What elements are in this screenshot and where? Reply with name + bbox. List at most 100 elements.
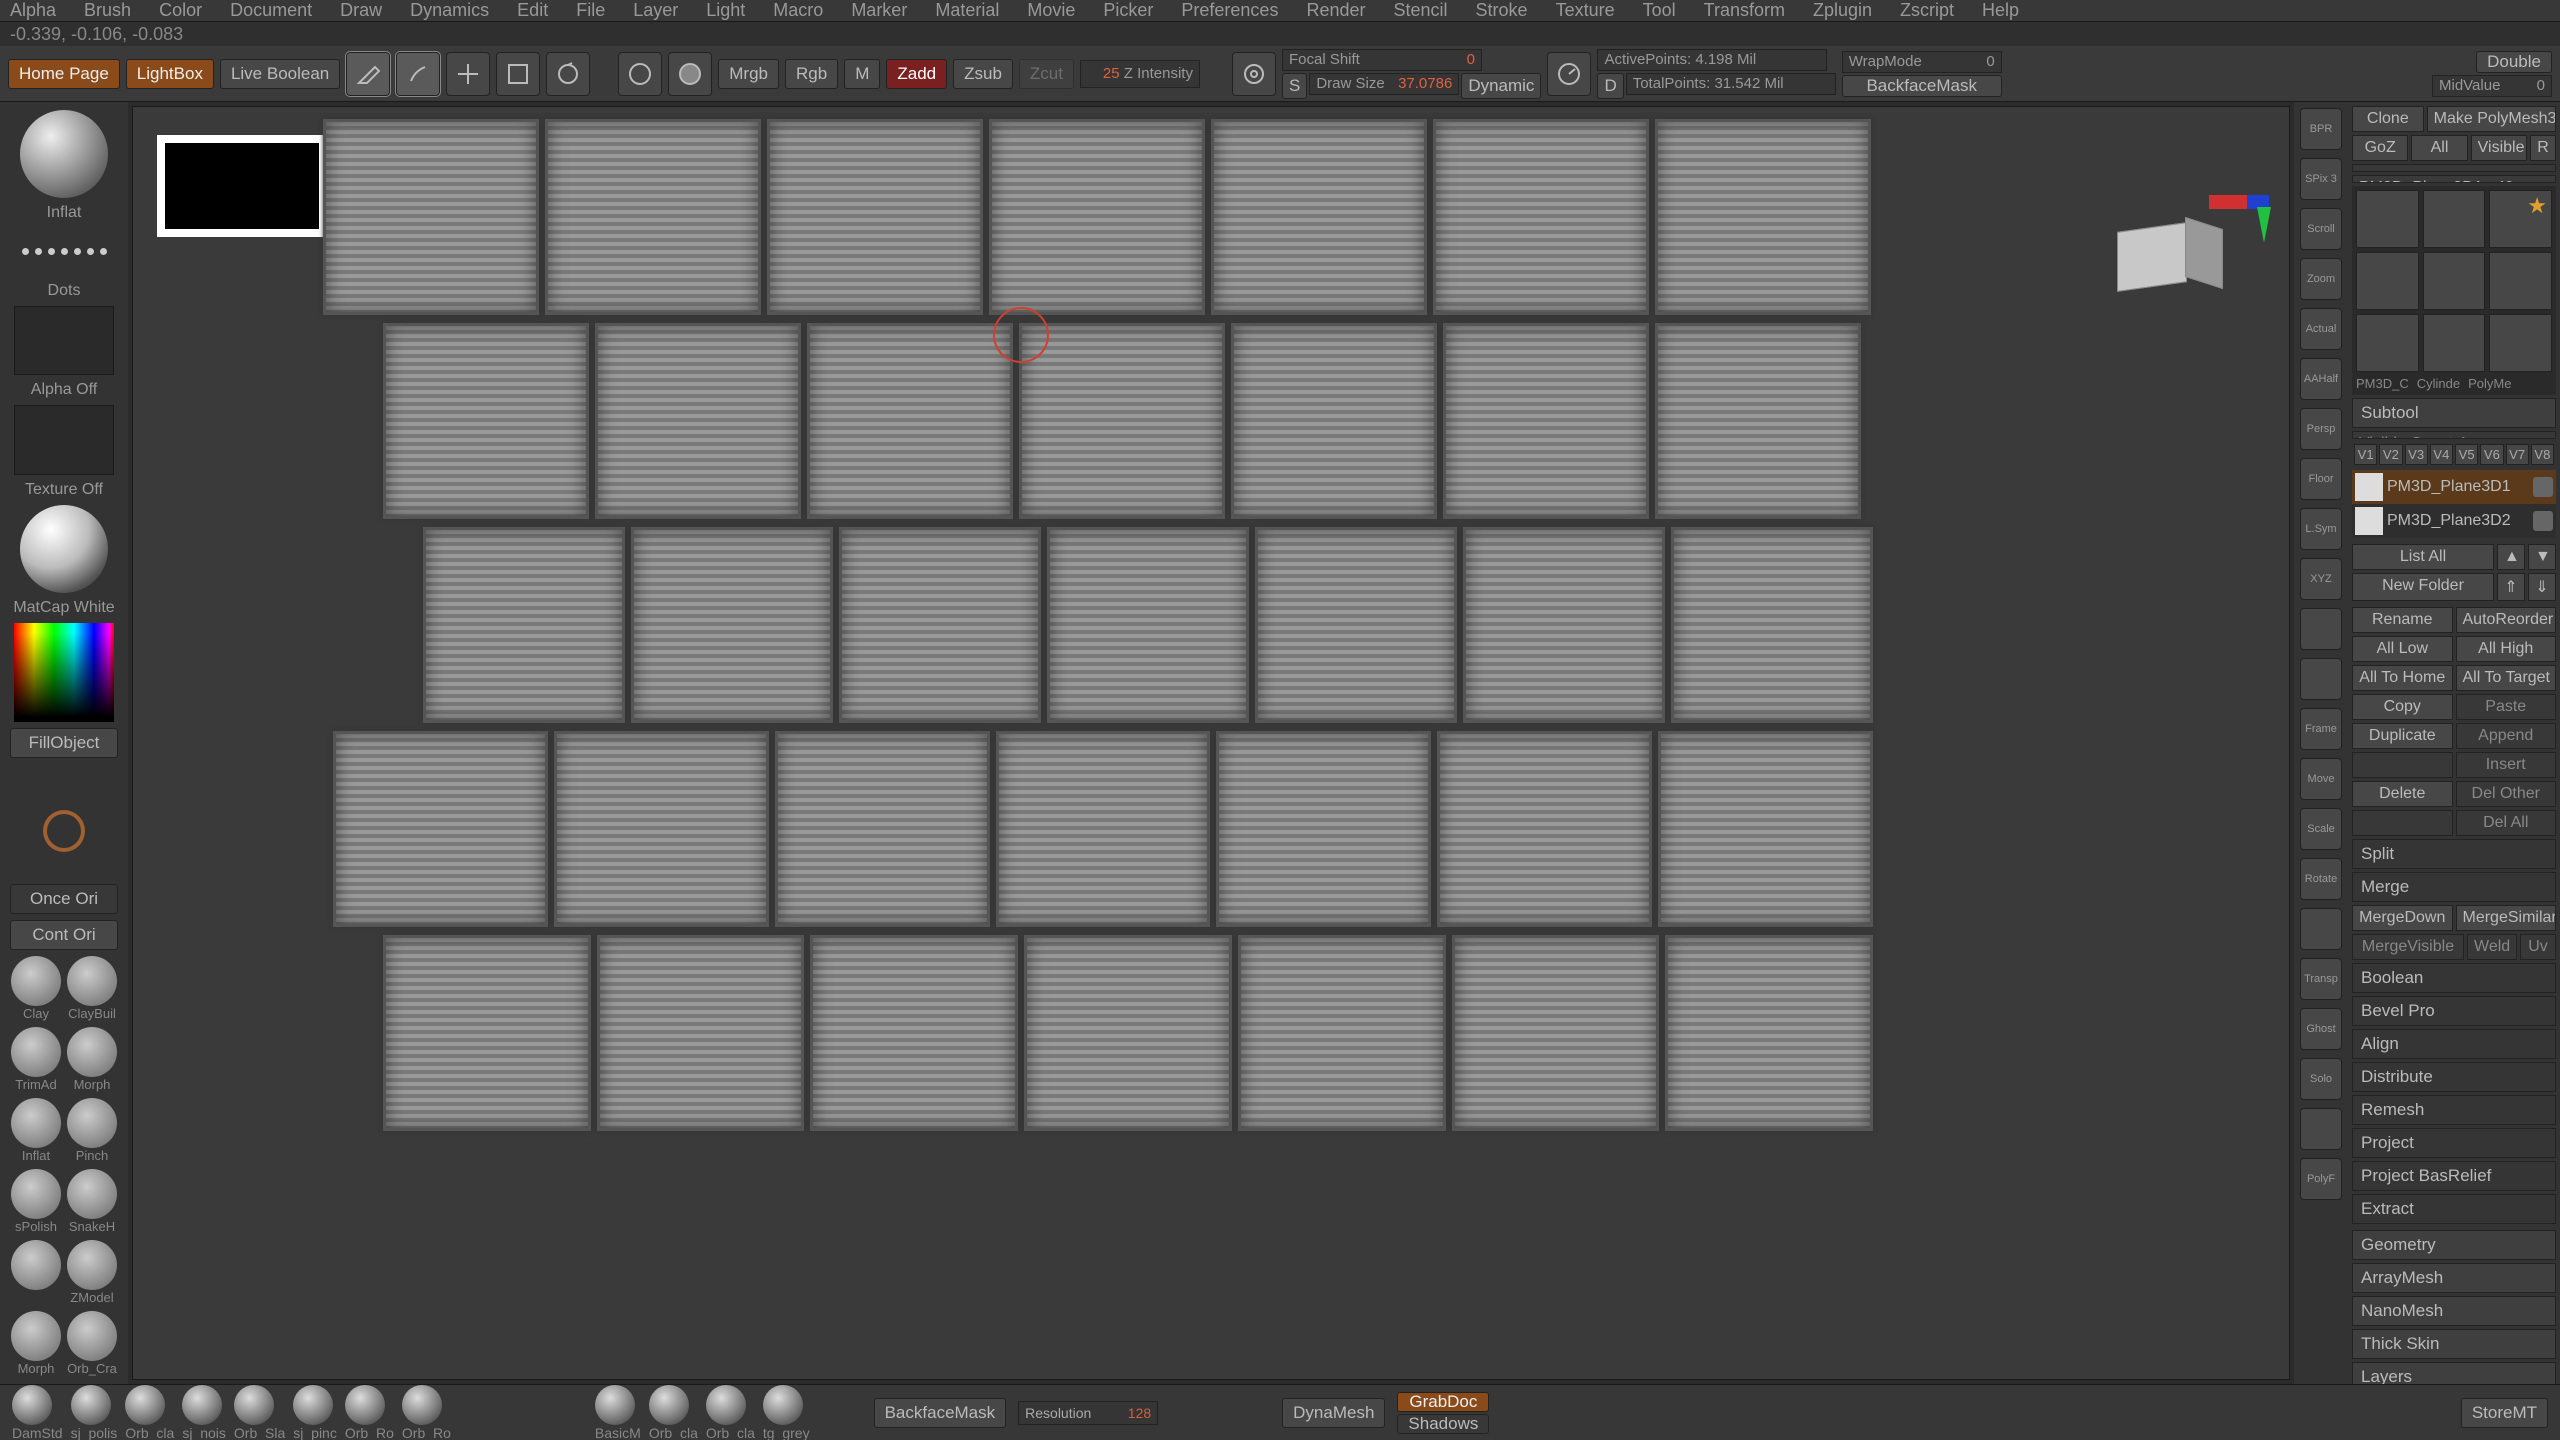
menu-color[interactable]: Color	[159, 0, 202, 21]
color-picker[interactable]	[14, 623, 114, 723]
vis-slot[interactable]: V4	[2430, 444, 2453, 465]
tool-thumb[interactable]	[2489, 314, 2552, 372]
bottom-material[interactable]	[649, 1385, 689, 1425]
project-header[interactable]: Project	[2352, 1128, 2556, 1158]
menu-zscript[interactable]: Zscript	[1900, 0, 1954, 21]
axis-gizmo[interactable]	[2209, 177, 2279, 247]
delete-button[interactable]: Delete	[2352, 781, 2453, 807]
menu-file[interactable]: File	[576, 0, 605, 21]
viewport-tool-blank[interactable]	[2300, 658, 2342, 700]
sculptris-button[interactable]	[668, 52, 712, 96]
viewport-tool-Scale[interactable]: Scale	[2300, 808, 2342, 850]
paste-button[interactable]: Paste	[2456, 694, 2557, 720]
thickskin-header[interactable]: Thick Skin	[2352, 1329, 2556, 1359]
zadd-button[interactable]: Zadd	[886, 59, 947, 89]
brush-thumb[interactable]	[20, 110, 108, 198]
menu-help[interactable]: Help	[1982, 0, 2019, 21]
viewport-tool-Persp[interactable]: Persp	[2300, 408, 2342, 450]
store-mt-button[interactable]: StoreMT	[2461, 1398, 2548, 1428]
viewport[interactable]	[132, 106, 2290, 1380]
home-page-button[interactable]: Home Page	[8, 59, 120, 89]
viewport-tool-Actual[interactable]: Actual	[2300, 308, 2342, 350]
all-high-button[interactable]: All High	[2456, 636, 2557, 662]
bottom-brush[interactable]	[12, 1385, 52, 1425]
align-header[interactable]: Align	[2352, 1029, 2556, 1059]
bottom-brush[interactable]	[345, 1385, 385, 1425]
eye-icon[interactable]	[2533, 477, 2553, 497]
brush-item[interactable]	[11, 1240, 61, 1290]
edit-mode-button[interactable]	[346, 52, 390, 96]
brush-item[interactable]	[67, 956, 117, 1006]
brush-item[interactable]	[67, 1240, 117, 1290]
resolution-slider[interactable]: Resolution128	[1018, 1401, 1158, 1425]
midvalue-slider[interactable]: MidValue0	[2432, 75, 2552, 97]
duplicate-button[interactable]: Duplicate	[2352, 723, 2453, 749]
clone-button[interactable]: Clone	[2352, 106, 2424, 132]
live-boolean-button[interactable]: Live Boolean	[220, 59, 340, 89]
bottom-material[interactable]	[706, 1385, 746, 1425]
viewport-tool-Transp[interactable]: Transp	[2300, 958, 2342, 1000]
new-folder-button[interactable]: New Folder	[2352, 573, 2494, 601]
autoreorder-button[interactable]: AutoReorder	[2456, 607, 2557, 633]
menu-marker[interactable]: Marker	[851, 0, 907, 21]
bottom-brush[interactable]	[125, 1385, 165, 1425]
vis-slot[interactable]: V6	[2480, 444, 2503, 465]
rgb-button[interactable]: Rgb	[785, 59, 838, 89]
shadows-button[interactable]: Shadows	[1397, 1414, 1489, 1434]
copy-button[interactable]: Copy	[2352, 694, 2453, 720]
uv-button[interactable]: Uv	[2520, 934, 2556, 960]
goz-visible-button[interactable]: Visible	[2471, 135, 2527, 161]
lightbox-tools-button[interactable]: Lightbox ▸ Tools	[2352, 164, 2556, 172]
all-to-home-button[interactable]: All To Home	[2352, 665, 2453, 691]
menu-brush[interactable]: Brush	[84, 0, 131, 21]
viewport-tool-blank[interactable]	[2300, 1108, 2342, 1150]
m-button[interactable]: M	[844, 59, 880, 89]
zcut-button[interactable]: Zcut	[1019, 59, 1074, 89]
move-mode-button[interactable]	[446, 52, 490, 96]
backface-mask-button[interactable]: BackfaceMask	[1842, 75, 2002, 97]
viewport-tool-L.Sym[interactable]: L.Sym	[2300, 508, 2342, 550]
distribute-header[interactable]: Distribute	[2352, 1062, 2556, 1092]
vis-slot[interactable]: V7	[2506, 444, 2529, 465]
dynamic-button[interactable]: Dynamic	[1461, 73, 1541, 99]
merge-similar-button[interactable]: MergeSimilar	[2456, 905, 2557, 931]
split-header[interactable]: Split	[2352, 839, 2556, 869]
insert-button[interactable]: Insert	[2456, 752, 2557, 778]
project-basrelief-header[interactable]: Project BasRelief	[2352, 1161, 2556, 1191]
menu-alpha[interactable]: Alpha	[10, 0, 56, 21]
boolean-header[interactable]: Boolean	[2352, 963, 2556, 993]
viewport-tool-Ghost[interactable]: Ghost	[2300, 1008, 2342, 1050]
texture-thumb[interactable]	[14, 405, 114, 475]
bevel-pro-header[interactable]: Bevel Pro	[2352, 996, 2556, 1026]
focal-shift-slider[interactable]: Focal Shift0	[1282, 49, 1482, 71]
zsub-button[interactable]: Zsub	[953, 59, 1013, 89]
grabdoc-button[interactable]: GrabDoc	[1397, 1392, 1489, 1412]
layers-header[interactable]: Layers	[2352, 1362, 2556, 1384]
gizmo-button[interactable]	[618, 52, 662, 96]
subtool-row[interactable]: PM3D_Plane3D1	[2352, 470, 2556, 504]
vis-slot[interactable]: V8	[2531, 444, 2554, 465]
once-ori-button[interactable]: Once Ori	[10, 884, 118, 914]
menu-material[interactable]: Material	[935, 0, 999, 21]
menu-dynamics[interactable]: Dynamics	[410, 0, 489, 21]
geometry-header[interactable]: Geometry	[2352, 1230, 2556, 1260]
viewport-tool-Frame[interactable]: Frame	[2300, 708, 2342, 750]
goz-all-button[interactable]: All	[2411, 135, 2467, 161]
menu-render[interactable]: Render	[1306, 0, 1365, 21]
viewport-tool-BPR[interactable]: BPR	[2300, 108, 2342, 150]
menu-draw[interactable]: Draw	[340, 0, 382, 21]
remesh-header[interactable]: Remesh	[2352, 1095, 2556, 1125]
viewport-tool-blank[interactable]	[2300, 608, 2342, 650]
tool-thumb[interactable]	[2489, 252, 2552, 310]
arrow-down-button[interactable]: ▼	[2528, 544, 2556, 570]
vis-slot[interactable]: V1	[2354, 444, 2377, 465]
nanomesh-header[interactable]: NanoMesh	[2352, 1296, 2556, 1326]
brush-item[interactable]	[67, 1098, 117, 1148]
menu-light[interactable]: Light	[706, 0, 745, 21]
brush-item[interactable]	[11, 1169, 61, 1219]
merge-header[interactable]: Merge	[2352, 872, 2556, 902]
menu-document[interactable]: Document	[230, 0, 312, 21]
menu-zplugin[interactable]: Zplugin	[1813, 0, 1872, 21]
append-button[interactable]: Append	[2456, 723, 2557, 749]
bottom-material[interactable]	[595, 1385, 635, 1425]
